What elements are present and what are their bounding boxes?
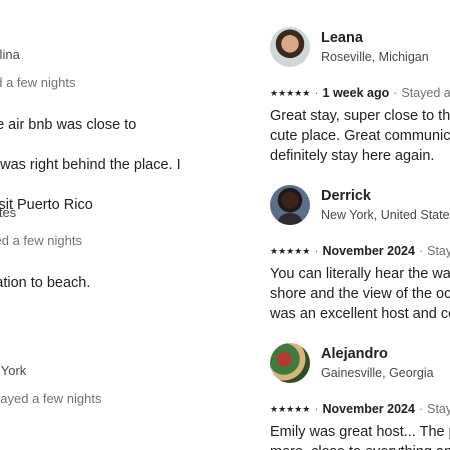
reviewer-location: New York, United States [321, 208, 450, 222]
reviewer-name[interactable]: Alejandro [321, 345, 434, 363]
review-meta: yed a few nights [0, 233, 82, 248]
review-card: Alejandro Gainesville, Georgia ★★★★★ · N… [270, 343, 450, 450]
reviewer-name[interactable]: Derrick [321, 187, 450, 205]
review-body-line: Emily was great host... The pla [270, 424, 450, 440]
reviewer-location: w York [0, 363, 27, 378]
separator: · [418, 402, 424, 416]
review-body-line: cute place. Great communicati [270, 128, 450, 144]
reviewer-name[interactable]: Leana [321, 29, 429, 47]
separator: · [314, 244, 319, 258]
review-meta: ★★★★★ · November 2024 · Staye [270, 401, 450, 417]
stay-length: Staye [427, 402, 450, 416]
review-body-line: he air bnb was close to [0, 117, 137, 133]
review-body-line: was an excellent host and com [270, 306, 450, 322]
reviewer-location: Roseville, Michigan [321, 50, 429, 64]
review-meta: Stayed a few nights [0, 391, 102, 406]
reviewer-location: rolina [0, 47, 20, 62]
separator: · [393, 86, 398, 100]
reviewer-location: Gainesville, Georgia [321, 366, 434, 380]
review-header: Derrick New York, United States [270, 185, 450, 225]
review-body: cation to beach. [0, 253, 238, 313]
review-meta: ★★★★★ · November 2024 · Staye [270, 243, 450, 259]
user-avatar-icon[interactable] [270, 185, 310, 225]
review-body-line: more, close to everything and [270, 442, 450, 450]
review-body-line: cation to beach. [0, 275, 91, 291]
stay-length: Staye [427, 244, 450, 258]
review-meta: ★★★★★ · 1 week ago · Stayed a fe [270, 85, 450, 101]
review-header: Leana Roseville, Michigan [270, 27, 450, 67]
review-meta: ed a few nights [0, 75, 76, 90]
review-date: November 2024 [322, 244, 415, 258]
star-rating-icon: ★★★★★ [270, 404, 311, 414]
review-date: November 2024 [322, 402, 415, 416]
separator: · [314, 402, 319, 416]
review-body-line: You can literally hear the wave [270, 266, 450, 282]
review-body-line: shore and the view of the ocea [270, 286, 450, 302]
review-card: w York Stayed a few nights [0, 363, 238, 407]
review-card: Leana Roseville, Michigan ★★★★★ · 1 week… [270, 27, 450, 166]
review-date: 1 week ago [322, 86, 390, 100]
separator: · [314, 86, 319, 100]
user-avatar-icon[interactable] [270, 343, 310, 383]
review-body: Emily was great host... The pla more, cl… [270, 422, 450, 450]
review-body-line: h was right behind the place. I [0, 157, 181, 173]
star-rating-icon: ★★★★★ [270, 246, 311, 256]
review-body: You can literally hear the wave shore an… [270, 264, 450, 324]
review-card: tates yed a few nights cation to beach. [0, 205, 238, 313]
reviews-grid: rolina ed a few nights he air bnb was cl… [0, 0, 450, 450]
reviewer-location: tates [0, 205, 17, 220]
review-body-line: definitely stay here again. [270, 148, 435, 164]
review-body: Great stay, super close to the o cute pl… [270, 106, 450, 166]
review-body-line: Great stay, super close to the o [270, 108, 450, 124]
separator: · [418, 244, 424, 258]
stay-length: Stayed a fe [401, 86, 450, 100]
review-card: Derrick New York, United States ★★★★★ · … [270, 185, 450, 324]
user-avatar-icon[interactable] [270, 27, 310, 67]
star-rating-icon: ★★★★★ [270, 88, 311, 98]
review-header: Alejandro Gainesville, Georgia [270, 343, 450, 383]
